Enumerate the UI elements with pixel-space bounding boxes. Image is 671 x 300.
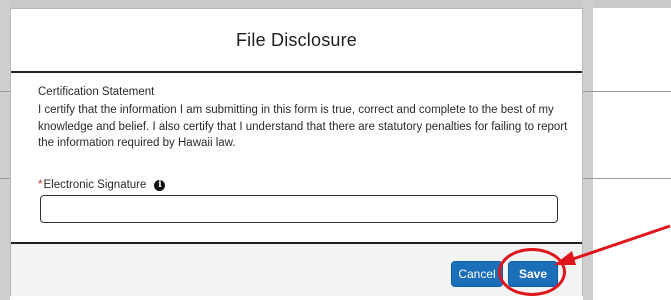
required-marker: * [38,179,43,191]
info-icon[interactable]: i [154,179,166,191]
modal-title: File Disclosure [235,29,358,50]
modal-body: Certification Statement I certify that t… [38,85,568,152]
background-page [0,0,671,8]
certification-heading: Certification Statement [38,86,155,98]
file-disclosure-modal: File Disclosure Certification Statement … [10,8,583,296]
arrow-icon [554,224,671,265]
signature-label: Electronic Signature [43,179,147,191]
signature-label-row: * Electronic Signature i [38,179,166,191]
electronic-signature-input[interactable] [40,195,558,223]
cancel-button[interactable]: Cancel [451,261,503,287]
certification-text: I certify that the information I am subm… [38,104,568,149]
modal-header: File Disclosure [11,9,582,73]
background-overlay-left [0,0,10,300]
